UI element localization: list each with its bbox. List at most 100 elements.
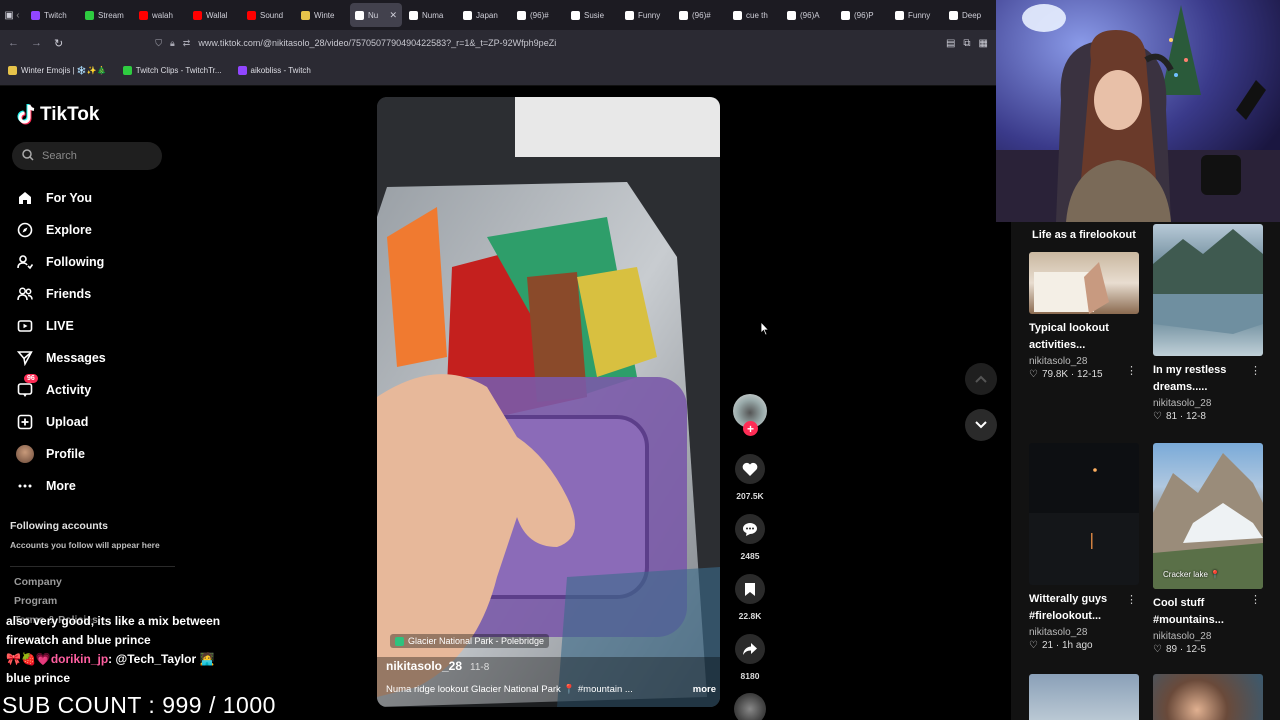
browser-tab[interactable]: (96)A: [782, 3, 834, 27]
video-thumbnail[interactable]: [1029, 443, 1139, 585]
sidebar-item-messages[interactable]: Messages: [16, 342, 166, 374]
video-card[interactable]: Cracker lake 📍 Cool stuff #mountains... …: [1153, 443, 1263, 655]
video-card-author[interactable]: nikitasolo_28: [1029, 627, 1139, 638]
tiktok-logo[interactable]: TikTok: [16, 104, 99, 126]
video-card-title[interactable]: In my restless dreams.....: [1153, 362, 1249, 396]
heart-outline-icon: ♡: [1029, 640, 1038, 651]
browser-tab[interactable]: Funny: [890, 3, 942, 27]
footer-link-company[interactable]: Company: [14, 576, 98, 588]
save-button[interactable]: [735, 574, 765, 604]
video-card[interactable]: Witterally guys #firelookout... ⋮ nikita…: [1029, 443, 1139, 651]
video-thumbnail[interactable]: [1029, 674, 1139, 720]
tab-overview-icon[interactable]: ▣: [4, 10, 14, 21]
more-options-icon[interactable]: ⋮: [1126, 364, 1137, 377]
permissions-icon[interactable]: ⇄: [183, 38, 191, 49]
video-card[interactable]: Typical lookout activities... ⋮ nikitaso…: [1029, 252, 1139, 380]
previous-video-button[interactable]: [965, 363, 997, 395]
notification-badge: 96: [24, 374, 38, 383]
creator-avatar[interactable]: +: [733, 394, 767, 436]
video-thumbnail[interactable]: Cracker lake 📍: [1153, 443, 1263, 589]
extensions-icon[interactable]: ▦: [979, 38, 988, 49]
tab-favicon-icon: [895, 10, 904, 20]
browser-tab[interactable]: Funny: [620, 3, 672, 27]
video-card-title[interactable]: Cool stuff #mountains...: [1153, 595, 1249, 629]
browser-tab[interactable]: (96)P: [836, 3, 888, 27]
bookmark-item[interactable]: aikobliss - Twitch: [237, 66, 311, 75]
video-username[interactable]: nikitasolo_28: [386, 659, 462, 673]
browser-tab[interactable]: Japan: [458, 3, 510, 27]
chevron-down-icon: [975, 421, 987, 429]
share-button[interactable]: [735, 634, 765, 664]
bookmark-item[interactable]: Winter Emojis | ❄️✨🎄: [8, 66, 107, 75]
video-card-title[interactable]: Witterally guys #firelookout...: [1029, 591, 1125, 625]
browser-tab[interactable]: Twitch: [26, 3, 78, 27]
more-options-icon[interactable]: ⋮: [1250, 593, 1261, 606]
music-disc-avatar[interactable]: [734, 693, 766, 720]
search-input[interactable]: Search: [12, 142, 162, 170]
video-card-title[interactable]: Typical lookout activities...: [1029, 320, 1125, 354]
video-card-author[interactable]: nikitasolo_28: [1153, 398, 1263, 409]
tab-label: Funny: [908, 10, 931, 20]
shield-icon[interactable]: ⛉: [155, 38, 162, 49]
video-card-author[interactable]: nikitasolo_28: [1153, 631, 1263, 642]
screenshot-icon[interactable]: ⧉: [963, 38, 970, 49]
browser-tab[interactable]: cue th: [728, 3, 780, 27]
sidebar-item-live[interactable]: LIVE: [16, 310, 166, 342]
browser-tab[interactable]: Susie: [566, 3, 618, 27]
browser-tab[interactable]: Wallal: [188, 3, 240, 27]
comment-button[interactable]: [735, 514, 765, 544]
more-icon: [16, 477, 34, 495]
sidebar-item-more[interactable]: More: [16, 470, 166, 502]
bookmark-item[interactable]: Twitch Clips - TwitchTr...: [122, 66, 222, 75]
tab-favicon-icon: [355, 10, 364, 20]
sidebar-item-friends[interactable]: Friends: [16, 278, 166, 310]
caption-more-button[interactable]: more: [693, 684, 716, 695]
browser-tab[interactable]: (96)#: [512, 3, 564, 27]
next-video-button[interactable]: [965, 409, 997, 441]
like-button[interactable]: [735, 454, 765, 484]
sidebar-item-explore[interactable]: Explore: [16, 214, 166, 246]
sidebar-item-activity[interactable]: 96 Activity: [16, 374, 166, 406]
chat-message: 🎀🍓💗dorikin_jp: @Tech_Taylor 🧑‍💻: [6, 652, 215, 666]
sidebar-item-following[interactable]: Following: [16, 246, 166, 278]
video-thumbnail[interactable]: [1029, 252, 1139, 314]
url-text[interactable]: www.tiktok.com/@nikitasolo_28/video/7570…: [198, 38, 556, 48]
sidebar-item-upload[interactable]: Upload: [16, 406, 166, 438]
live-icon: [16, 317, 34, 335]
video-card[interactable]: [1153, 674, 1263, 720]
browser-tab-bar: ▣ ‹ Twitch Stream walah Wallal Sound Winte Nu ✕…: [0, 0, 996, 30]
tab-close-icon[interactable]: ✕: [389, 10, 397, 21]
sidebar-item-label: LIVE: [46, 319, 74, 333]
url-bar[interactable]: ⛉ 🔒︎ ⇄ www.tiktok.com/@nikitasolo_28/vid…: [155, 38, 934, 49]
video-thumbnail[interactable]: [1153, 224, 1263, 356]
video-author[interactable]: nikitasolo_28 11-8: [386, 659, 489, 673]
reload-icon[interactable]: ↻: [54, 37, 63, 50]
back-icon[interactable]: ←: [8, 37, 19, 49]
more-options-icon[interactable]: ⋮: [1126, 593, 1137, 606]
more-options-icon[interactable]: ⋮: [1250, 364, 1261, 377]
forward-icon[interactable]: →: [31, 37, 42, 49]
share-icon: [743, 643, 757, 655]
browser-tab[interactable]: Deep: [944, 3, 996, 27]
browser-tab[interactable]: Stream: [80, 3, 132, 27]
browser-tab[interactable]: Sound: [242, 3, 294, 27]
sidebar-item-profile[interactable]: Profile: [16, 438, 166, 470]
video-card-author[interactable]: nikitasolo_28: [1029, 356, 1139, 367]
save-count: 22.8K: [738, 611, 762, 621]
follow-button[interactable]: +: [743, 421, 758, 436]
browser-tab[interactable]: Nu ✕: [350, 3, 402, 27]
video-card[interactable]: [1029, 674, 1139, 720]
browser-tab[interactable]: Numa: [404, 3, 456, 27]
reader-view-icon[interactable]: ▤: [946, 38, 955, 49]
video-player[interactable]: [377, 97, 720, 707]
browser-tab[interactable]: Winte: [296, 3, 348, 27]
browser-tab[interactable]: walah: [134, 3, 186, 27]
video-location-tag[interactable]: Glacier National Park - Polebridge: [390, 634, 550, 648]
sidebar-item-label: Friends: [46, 287, 92, 301]
tab-scroll-left-icon[interactable]: ‹: [16, 10, 24, 21]
browser-tab[interactable]: (96)#: [674, 3, 726, 27]
sidebar-item-for-you[interactable]: For You: [16, 182, 166, 214]
video-card[interactable]: In my restless dreams..... ⋮ nikitasolo_…: [1153, 224, 1263, 422]
footer-link-program[interactable]: Program: [14, 595, 98, 607]
video-thumbnail[interactable]: [1153, 674, 1263, 720]
